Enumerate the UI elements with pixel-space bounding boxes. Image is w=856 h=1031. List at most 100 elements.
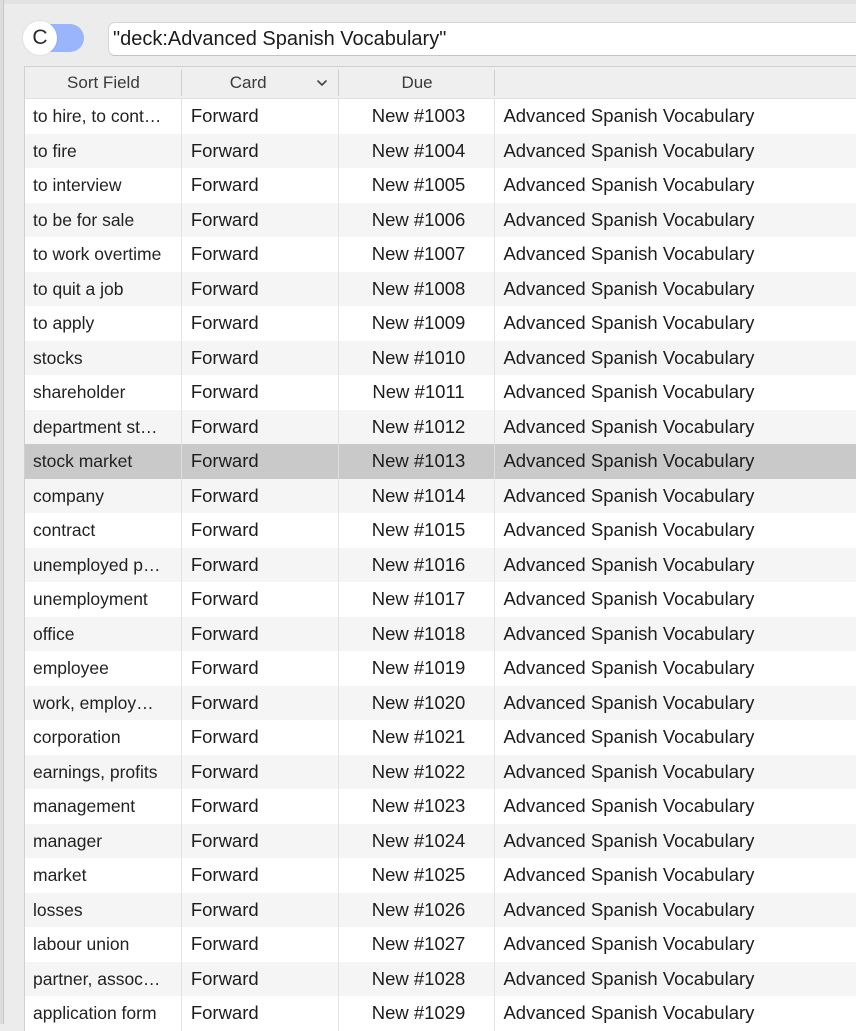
cell-card: Forward	[182, 409, 339, 444]
table-row[interactable]: department st… Forward New #1012 Advanced S…	[25, 409, 856, 444]
cell-card: Forward	[182, 306, 339, 341]
cell-sort-field: unemployed p…	[25, 547, 182, 582]
table-row[interactable]: office Forward New #1018 Advanced Spanish V…	[25, 616, 856, 651]
cell-due: New #1012	[339, 409, 496, 444]
cell-deck: Advanced Spanish Vocabulary	[503, 1002, 755, 1023]
cell-due: New #1011	[339, 375, 496, 410]
table-row[interactable]: earnings, profits Forward New #1022 Advance…	[25, 754, 856, 789]
cell-deck: Advanced Spanish Vocabulary	[503, 208, 755, 230]
cell-sort-field: shareholder	[25, 375, 182, 410]
column-header-label: Card	[229, 73, 267, 92]
cell-card: Forward	[182, 996, 339, 1031]
cell-card: Forward	[182, 478, 339, 513]
toggle-label: C	[32, 26, 48, 49]
cell-due: New #1022	[339, 754, 496, 789]
splitter[interactable]	[3, 0, 4, 1024]
column-header-due[interactable]: Due	[339, 67, 496, 99]
table-row[interactable]: management Forward New #1023 Advanced Spani…	[25, 789, 856, 824]
chevron-down-icon[interactable]	[315, 76, 329, 90]
cell-card: Forward	[182, 823, 339, 858]
cell-due: New #1023	[339, 789, 496, 824]
cell-card: Forward	[182, 927, 339, 962]
cell-sort-field: work, employ…	[25, 685, 182, 720]
cell-deck: Advanced Spanish Vocabulary	[503, 346, 755, 368]
table-row[interactable]: unemployed p… Forward New #1016 Advanced Sp…	[25, 547, 856, 582]
table-row[interactable]: stocks Forward New #1010 Advanced Spanish V…	[25, 340, 856, 375]
cell-due: New #1028	[339, 961, 496, 996]
cell-card: Forward	[182, 961, 339, 996]
table-row[interactable]: work, employ… Forward New #1020 Advanced Sp…	[25, 685, 856, 720]
cell-card: Forward	[182, 789, 339, 824]
cell-deck: Advanced Spanish Vocabulary	[503, 139, 755, 161]
cell-due: New #1017	[339, 582, 496, 617]
cell-sort-field: manager	[25, 823, 182, 858]
table-row[interactable]: to fire Forward New #1004 Advanced Spanish …	[25, 133, 856, 168]
table-row[interactable]: company Forward New #1014 Advanced Spanish …	[25, 478, 856, 513]
cell-deck: Advanced Spanish Vocabulary	[503, 519, 755, 540]
cell-sort-field: contract	[25, 513, 182, 548]
cell-due: New #1007	[339, 237, 496, 272]
column-header-label: Sort Field	[67, 73, 140, 92]
cell-card: Forward	[182, 340, 339, 375]
table-row[interactable]: labour union Forward New #1027 Advanced Spa…	[25, 927, 856, 962]
cell-card: Forward	[182, 237, 339, 272]
cell-due: New #1006	[339, 202, 496, 237]
cell-sort-field: office	[25, 616, 182, 651]
table-row[interactable]: corporation Forward New #1021 Advanced Span…	[25, 720, 856, 755]
cell-card: Forward	[182, 582, 339, 617]
cell-card: Forward	[182, 168, 339, 203]
table-row[interactable]: to work overtime Forward New #1007 Advanced…	[25, 237, 856, 272]
table-row[interactable]: to interview Forward New #1005 Advanced Spa…	[25, 168, 856, 203]
cell-deck: Advanced Spanish Vocabulary	[503, 174, 755, 195]
cell-card: Forward	[182, 513, 339, 548]
cell-card: Forward	[182, 754, 339, 789]
table-row[interactable]: shareholder Forward New #1011 Advanced Span…	[25, 375, 856, 410]
cell-due: New #1024	[339, 823, 496, 858]
table-row[interactable]: application form Forward New #1029 Advanced…	[25, 996, 856, 1031]
toggle-knob: C	[23, 21, 57, 55]
cell-sort-field: management	[25, 789, 182, 824]
cell-sort-field: market	[25, 858, 182, 893]
cell-due: New #1003	[339, 99, 496, 134]
table-row[interactable]: to be for sale Forward New #1006 Advanced S…	[25, 202, 856, 237]
column-header-card[interactable]: Card	[182, 67, 339, 99]
cell-deck: Advanced Spanish Vocabulary	[503, 105, 755, 126]
cell-deck: Advanced Spanish Vocabulary	[503, 588, 755, 609]
cell-card: Forward	[182, 444, 339, 479]
search-input[interactable]	[108, 22, 856, 56]
cell-deck: Advanced Spanish Vocabulary	[503, 691, 755, 713]
cell-sort-field: corporation	[25, 720, 182, 755]
cell-sort-field: unemployment	[25, 582, 182, 617]
cell-due: New #1014	[339, 478, 496, 513]
cell-deck: Advanced Spanish Vocabulary	[503, 415, 755, 437]
cell-card: Forward	[182, 99, 339, 134]
cell-card: Forward	[182, 133, 339, 168]
cell-deck: Advanced Spanish Vocabulary	[503, 622, 755, 644]
cell-due: New #1013	[339, 444, 496, 479]
column-header-deck[interactable]	[495, 67, 856, 99]
table-row[interactable]: losses Forward New #1026 Advanced Spanish V…	[25, 892, 856, 927]
table-row[interactable]: stock market Forward New #1013 Advanced Spa…	[25, 444, 856, 479]
table-row[interactable]: employee Forward New #1019 Advanced Spanish…	[25, 651, 856, 686]
cell-due: New #1018	[339, 616, 496, 651]
table-row[interactable]: to apply Forward New #1009 Advanced Spanish…	[25, 306, 856, 341]
column-header-sort-field[interactable]: Sort Field	[25, 67, 182, 99]
cards-notes-toggle[interactable]: C	[23, 21, 84, 55]
cell-sort-field: to hire, to cont…	[25, 99, 182, 134]
table-row[interactable]: partner, assoc… Forward New #1028 Advanced …	[25, 961, 856, 996]
cell-deck: Advanced Spanish Vocabulary	[503, 967, 755, 989]
cell-card: Forward	[182, 616, 339, 651]
cell-deck: Advanced Spanish Vocabulary	[503, 760, 755, 782]
cell-due: New #1021	[339, 720, 496, 755]
cell-due: New #1009	[339, 306, 496, 341]
cell-due: New #1026	[339, 892, 496, 927]
table-row[interactable]: market Forward New #1025 Advanced Spanish V…	[25, 858, 856, 893]
cell-sort-field: to quit a job	[25, 271, 182, 306]
table-row[interactable]: to hire, to cont… Forward New #1003 Advance…	[25, 99, 856, 134]
table-row[interactable]: to quit a job Forward New #1008 Advanced Sp…	[25, 271, 856, 306]
table-row[interactable]: unemployment Forward New #1017 Advanced Spa…	[25, 582, 856, 617]
cell-deck: Advanced Spanish Vocabulary	[503, 657, 755, 678]
cell-due: New #1004	[339, 133, 496, 168]
table-row[interactable]: contract Forward New #1015 Advanced Spanish…	[25, 513, 856, 548]
table-row[interactable]: manager Forward New #1024 Advanced Spanish …	[25, 823, 856, 858]
